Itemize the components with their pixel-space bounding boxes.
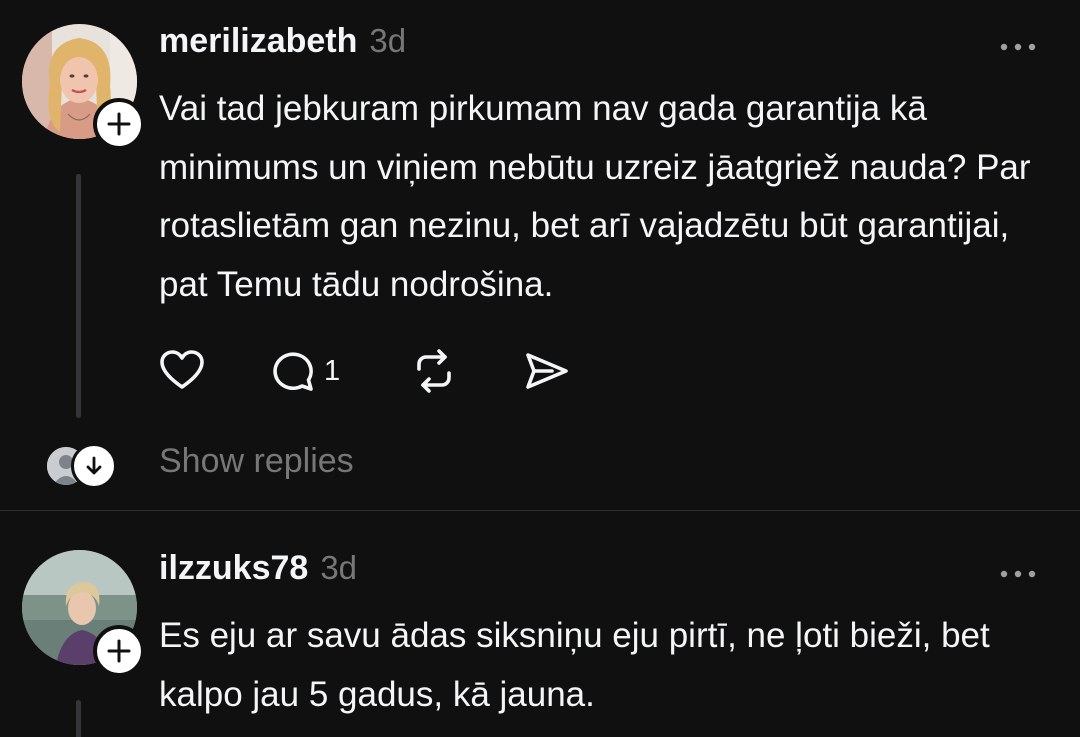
post-header: merilizabeth 3d [159, 22, 406, 61]
repost-icon [417, 349, 451, 393]
comment-icon [273, 352, 313, 391]
thread-post: merilizabeth 3d Vai tad jebkuram pirkuma… [0, 0, 1080, 510]
arrow-down-icon [86, 456, 102, 475]
post-text: Vai tad jebkuram pirkumam nav gada garan… [159, 89, 1031, 304]
timestamp: 3d [320, 549, 358, 586]
expand-replies-badge [71, 443, 117, 489]
thread-post: ilzzuks78 3d Es eju ar savu ādas siksniņ… [0, 511, 1080, 737]
ellipsis-icon [1000, 570, 1036, 578]
follow-button[interactable] [93, 98, 145, 150]
show-replies-link[interactable]: Show replies [159, 442, 354, 481]
more-options-button[interactable] [993, 559, 1043, 589]
timestamp: 3d [369, 22, 407, 59]
share-button[interactable] [522, 344, 570, 398]
reply-count: 1 [324, 354, 341, 387]
reply-button[interactable]: 1 [268, 344, 340, 398]
thread-line [76, 700, 81, 737]
heart-icon [160, 350, 204, 389]
thread-line [76, 174, 81, 418]
username[interactable]: merilizabeth [159, 22, 357, 61]
show-replies-row[interactable]: Show replies [44, 440, 444, 490]
reply-avatars [44, 443, 117, 489]
username[interactable]: ilzzuks78 [159, 549, 308, 588]
ellipsis-icon [1000, 43, 1036, 51]
plus-icon [107, 112, 131, 136]
more-options-button[interactable] [993, 32, 1043, 62]
like-button[interactable] [158, 344, 206, 398]
send-icon [526, 353, 568, 389]
action-bar: 1 [158, 344, 658, 398]
follow-button[interactable] [93, 625, 145, 677]
post-text: Es eju ar savu ādas siksniņu eju pirtī, … [159, 616, 990, 714]
post-header: ilzzuks78 3d [159, 549, 357, 588]
plus-icon [107, 639, 131, 663]
repost-button[interactable] [410, 344, 458, 398]
